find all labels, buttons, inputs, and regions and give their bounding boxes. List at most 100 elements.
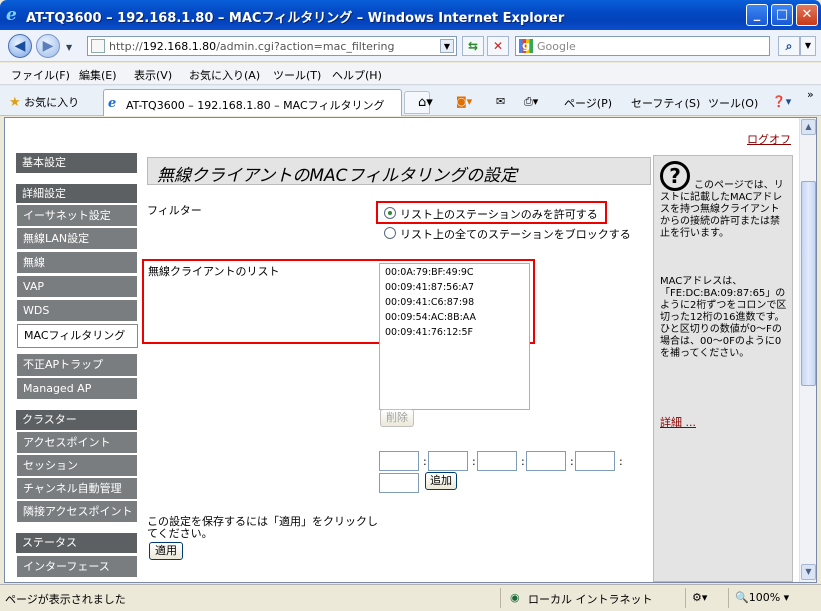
mail-icon[interactable]: ✉: [496, 95, 505, 108]
url-text: http://192.168.1.80/admin.cgi?action=mac…: [109, 40, 395, 53]
refresh-button[interactable]: ⇆: [462, 36, 484, 56]
help-panel: ? このページでは、リストに記載したMACアドレスを持つ無線クライアントからの接…: [653, 155, 793, 582]
help-text-1: このページでは、リストに記載したMACアドレスを持つ無線クライアントからの接続の…: [660, 180, 784, 239]
tab-active[interactable]: e AT-TQ3600 – 192.168.1.80 – MACフィルタリング: [103, 89, 402, 116]
nav-channel[interactable]: チャンネル自動管理: [17, 478, 137, 500]
list-label: 無線クライアントのリスト: [148, 265, 280, 278]
menu-edit[interactable]: 編集(E): [79, 67, 117, 83]
mac-octet-3-input[interactable]: [477, 451, 517, 471]
nav-basic[interactable]: 基本設定: [16, 153, 137, 174]
filter-label: フィルター: [147, 204, 202, 217]
menu-tools-o[interactable]: ツール(O): [708, 95, 758, 111]
home-icon[interactable]: ⌂▾: [418, 95, 433, 110]
nav-status[interactable]: ステータス: [16, 533, 137, 554]
mac-octet-2-input[interactable]: [428, 451, 468, 471]
apply-button[interactable]: 適用: [149, 542, 183, 560]
list-item[interactable]: 00:09:41:87:56:A7: [385, 282, 474, 293]
page-title: 無線クライアントのMACフィルタリングの設定: [157, 166, 518, 186]
help-icon[interactable]: ❓▾: [772, 95, 791, 108]
radio-allow-label[interactable]: リスト上のステーションのみを許可する: [400, 206, 598, 222]
page-icon: [91, 39, 105, 53]
colon-separator: :: [423, 455, 427, 468]
mac-octet-5-input[interactable]: [575, 451, 615, 471]
mac-octet-1-input[interactable]: [379, 451, 419, 471]
url-field[interactable]: http://192.168.1.80/admin.cgi?action=mac…: [87, 36, 457, 56]
zoom-control[interactable]: 🔍100% ▾: [735, 591, 789, 604]
scroll-up-icon[interactable]: ▲: [801, 119, 816, 135]
help-more-link[interactable]: 詳細 ...: [660, 414, 696, 430]
nav-wlan[interactable]: 無線LAN設定: [17, 228, 137, 250]
google-icon: g: [519, 39, 533, 53]
list-item[interactable]: 00:09:41:C6:87:98: [385, 297, 474, 308]
search-button[interactable]: ⌕: [778, 36, 800, 56]
mac-octet-4-input[interactable]: [526, 451, 566, 471]
list-item[interactable]: 00:0A:79:BF:49:9C: [385, 267, 474, 278]
search-input[interactable]: g Google: [515, 36, 770, 56]
nav-ethernet[interactable]: イーサネット設定: [17, 205, 137, 227]
search-placeholder: Google: [537, 40, 576, 53]
menu-page[interactable]: ページ(P): [564, 95, 612, 111]
menu-favorites[interactable]: お気に入り(A): [189, 67, 260, 83]
history-dropdown-icon[interactable]: ▼: [66, 43, 72, 52]
toolbar-overflow-icon[interactable]: »: [807, 88, 814, 101]
menu-help[interactable]: ヘルプ(H): [332, 67, 382, 83]
menu-safety[interactable]: セーフティ(S): [631, 95, 700, 111]
radio-allow[interactable]: [384, 207, 396, 219]
back-button[interactable]: ◀: [8, 34, 32, 58]
nav-interfaces[interactable]: インターフェース: [17, 556, 137, 578]
nav-vap[interactable]: VAP: [17, 276, 137, 298]
menu-tools[interactable]: ツール(T): [273, 67, 321, 83]
star-icon: ★: [9, 95, 21, 110]
nav-sessions[interactable]: セッション: [17, 455, 137, 477]
url-dropdown-icon[interactable]: ▼: [440, 39, 454, 53]
print-icon[interactable]: ⎙▾: [524, 95, 538, 109]
ie-tab-icon: e: [108, 96, 117, 111]
radio-block-label[interactable]: リスト上の全てのステーションをブロックする: [400, 226, 631, 242]
nav-mac-filter[interactable]: MACフィルタリング: [17, 324, 138, 348]
list-item[interactable]: 00:09:41:76:12:5F: [385, 327, 473, 338]
maximize-button[interactable]: □: [771, 4, 793, 26]
tab-bar: ★ お気に入り e AT-TQ3600 – 192.168.1.80 – MAC…: [0, 86, 821, 116]
vertical-scrollbar[interactable]: ▲ ▼: [799, 118, 816, 582]
minimize-button[interactable]: _: [746, 4, 768, 26]
nav-wds[interactable]: WDS: [17, 300, 137, 322]
status-divider: [685, 588, 686, 608]
add-button[interactable]: 追加: [425, 472, 457, 490]
colon-separator: :: [521, 455, 525, 468]
favorites-button[interactable]: ★ お気に入り: [9, 94, 79, 110]
menu-file[interactable]: ファイル(F): [11, 67, 70, 83]
menu-bar: ファイル(F) 編集(E) 表示(V) お気に入り(A) ツール(T) ヘルプ(…: [0, 63, 821, 85]
status-divider: [500, 588, 501, 608]
list-item[interactable]: 00:09:54:AC:8B:AA: [385, 312, 476, 323]
logout-link[interactable]: ログオフ: [747, 131, 791, 147]
nav-access-points[interactable]: アクセスポイント: [17, 432, 137, 454]
nav-wireless[interactable]: 無線: [17, 252, 137, 274]
scroll-down-icon[interactable]: ▼: [801, 564, 816, 580]
nav-advanced[interactable]: 詳細設定: [16, 184, 137, 204]
mac-octet-6-input[interactable]: [379, 473, 419, 493]
search-options-icon[interactable]: ▼: [800, 36, 816, 56]
zone-text: ローカル イントラネット: [528, 593, 653, 606]
status-text: ページが表示されました: [5, 593, 126, 606]
forward-button[interactable]: ▶: [36, 34, 60, 58]
status-bar: ページが表示されました ◉ ローカル イントラネット ⚙▾ 🔍100% ▾: [0, 584, 821, 611]
zoom-value: 100%: [748, 591, 781, 604]
nav-managed-ap[interactable]: Managed AP: [17, 378, 137, 400]
delete-button[interactable]: 削除: [380, 409, 414, 427]
nav-cluster[interactable]: クラスター: [16, 410, 137, 431]
radio-block[interactable]: [384, 227, 396, 239]
page-header: 無線クライアントのMACフィルタリングの設定: [147, 157, 651, 186]
window-title: AT-TQ3600 – 192.168.1.80 – MACフィルタリング – …: [26, 11, 565, 26]
content-frame: ログオフ 基本設定 詳細設定 イーサネット設定 無線LAN設定 無線 VAP W…: [4, 117, 817, 583]
nav-rogue-ap[interactable]: 不正APトラップ: [17, 354, 137, 377]
protected-mode-icon[interactable]: ⚙▾: [692, 591, 707, 604]
mac-list[interactable]: 00:0A:79:BF:49:9C 00:09:41:87:56:A7 00:0…: [379, 263, 530, 410]
intranet-icon: ◉: [510, 591, 520, 604]
stop-button[interactable]: ✕: [487, 36, 509, 56]
menu-view[interactable]: 表示(V): [134, 67, 172, 83]
help-text-2: MACアドレスは、「FE:DC:BA:09:87:65」のように2桁ずつをコロン…: [660, 276, 787, 359]
nav-neighbor[interactable]: 隣接アクセスポイント: [17, 501, 137, 523]
feeds-icon[interactable]: ◙▾: [456, 95, 472, 108]
close-button[interactable]: ✕: [796, 4, 818, 26]
scroll-thumb[interactable]: [801, 181, 816, 386]
